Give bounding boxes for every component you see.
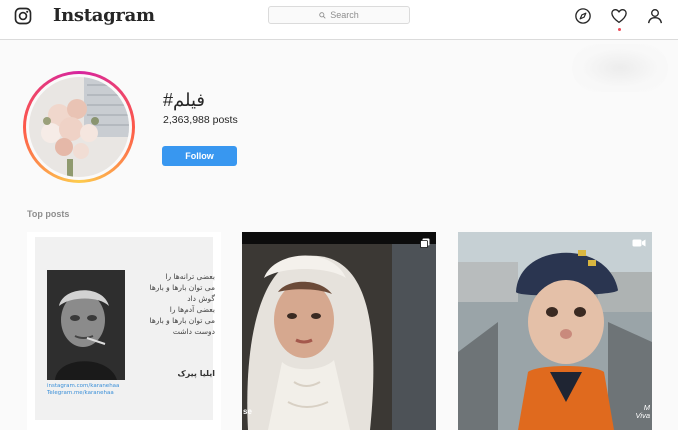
search-icon: [319, 11, 326, 19]
poem-signature: ایلیا پیرک: [177, 369, 215, 378]
poem-card: بعضی ترانه‌ها را می توان بارها و بارها گ…: [35, 237, 215, 420]
follow-button[interactable]: Follow: [162, 146, 237, 166]
post-overlay-text: M Viva: [635, 403, 650, 420]
blurred-region: [572, 44, 668, 92]
notification-dot: [618, 28, 621, 31]
gallery-icon: [420, 238, 430, 248]
child-photo: [458, 232, 652, 430]
profile-icon[interactable]: [646, 7, 664, 25]
post-count: 2,363,988 posts: [163, 114, 238, 126]
instagram-logo-icon[interactable]: [14, 7, 32, 25]
compass-icon[interactable]: [574, 7, 592, 25]
post-thumbnail-1[interactable]: بعضی ترانه‌ها را می توان بارها و بارها گ…: [27, 232, 221, 430]
post-thumbnail-3[interactable]: M Viva: [458, 232, 652, 430]
hashtag-avatar: [23, 71, 135, 183]
flower-bouquet-image: [29, 77, 129, 177]
hashtag-title: #فیلم: [163, 90, 205, 110]
bride-photo: [242, 232, 436, 430]
post-thumbnail-2[interactable]: se: [242, 232, 436, 430]
poem-text: بعضی ترانه‌ها را می توان بارها و بارها گ…: [149, 272, 215, 336]
search-placeholder: Search: [330, 10, 359, 20]
poem-links: instagram.com/karanehaa Telegram.me/kara…: [47, 383, 120, 396]
instagram-wordmark[interactable]: Instagram: [53, 5, 155, 26]
top-nav-bar: Instagram Search: [0, 0, 678, 40]
search-input[interactable]: Search: [268, 6, 410, 24]
heart-icon[interactable]: [610, 7, 628, 25]
portrait-photo: [47, 270, 125, 380]
video-icon: [632, 239, 646, 247]
post-overlay-text: se: [243, 407, 252, 416]
top-posts-heading: Top posts: [27, 209, 70, 219]
